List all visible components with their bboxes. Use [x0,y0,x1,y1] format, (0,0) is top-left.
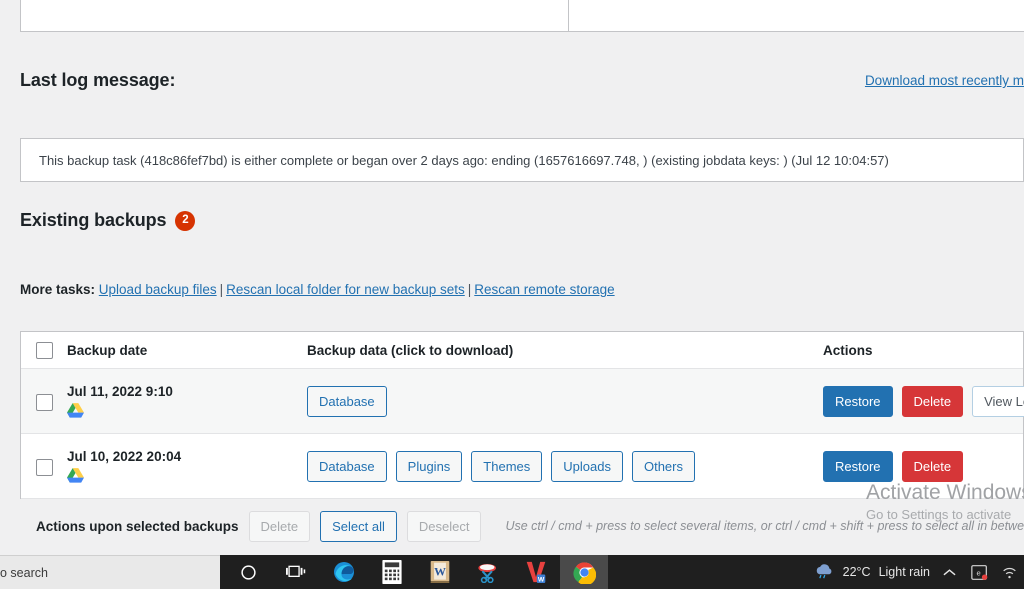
select-all-button[interactable]: Select all [320,510,397,542]
calculator-icon[interactable] [368,555,416,589]
download-most-recent-log-link[interactable]: Download most recently m [865,73,1024,88]
upload-backup-files-link[interactable]: Upload backup files [99,282,217,297]
cortana-icon[interactable] [224,555,272,589]
last-log-message-box: This backup task (418c86fef7bd) is eithe… [20,138,1024,182]
row-checkbox-cell [21,457,67,476]
select-all-checkbox-cell [21,341,67,359]
column-header-backup-date: Backup date [67,342,148,358]
weather-cloud-icon[interactable] [813,555,835,589]
backup-entity-themes-button[interactable]: Themes [471,450,543,482]
wps-icon[interactable]: W [512,555,560,589]
row-data-cell: Database [307,385,823,417]
backup-entity-uploads-button[interactable]: Uploads [551,450,623,482]
onedrive-tray-icon[interactable]: e [968,555,990,589]
top-panel-divider [568,0,569,32]
backup-entity-others-button[interactable]: Others [631,450,695,482]
select-all-checkbox[interactable] [35,341,53,359]
network-tray-icon[interactable] [998,555,1020,589]
taskbar-search-box[interactable]: o search [0,555,220,589]
bulk-delete-button[interactable]: Delete [248,510,311,542]
last-log-title: Last log message: [20,70,176,90]
word-icon[interactable]: W [416,555,464,589]
svg-text:W: W [434,564,446,578]
row-actions-cell: Restore Delete [823,450,1023,482]
chrome-icon[interactable] [560,555,608,589]
table-row[interactable]: Jul 11, 2022 9:10 Database Restore Delet… [21,369,1024,434]
task-view-icon[interactable] [272,555,320,589]
existing-backups-title: Existing backups [20,210,167,230]
restore-button[interactable]: Restore [823,450,893,482]
weather-description: Light rain [878,565,930,579]
weather-temperature: 22°C [842,565,871,579]
backup-entity-database-button[interactable]: Database [307,450,387,482]
rescan-local-folder-link[interactable]: Rescan local folder for new backup sets [226,282,465,297]
more-tasks-separator-2: | [467,282,472,297]
table-row[interactable]: Jul 10, 2022 20:04 Database Plugins Them… [21,434,1023,499]
backup-entity-plugins-button[interactable]: Plugins [395,450,463,482]
selection-hint-text: Use ctrl / cmd + press to select several… [505,519,1024,533]
actions-upon-selected-bar: Actions upon selected backups Delete Sel… [20,502,1024,550]
last-log-header-row: Last log message: Download most recently… [0,32,1024,90]
rescan-remote-storage-link[interactable]: Rescan remote storage [474,282,614,297]
chevron-up-icon[interactable] [938,555,960,589]
top-partial-panel [20,0,1024,32]
google-drive-icon [67,403,84,419]
more-tasks-separator-1: | [219,282,224,297]
view-log-button[interactable]: View Log [972,385,1024,417]
backup-date-text: Jul 11, 2022 9:10 [67,383,173,399]
backup-date-text: Jul 10, 2022 20:04 [67,448,182,464]
row-action-buttons: Restore Delete [823,450,1023,482]
deselect-button[interactable]: Deselect [406,510,482,542]
backup-data-buttons: Database [307,385,823,417]
main-content: Last log message: Download most recently… [0,32,1024,579]
existing-backups-header: Existing backups 2 [20,210,196,231]
existing-backups-count-badge: 2 [175,210,196,231]
row-action-buttons: Restore Delete View Log [823,385,1024,417]
svg-text:e: e [976,568,980,577]
backup-entity-database-button[interactable]: Database [307,385,387,417]
snipping-tool-icon[interactable] [464,555,512,589]
taskbar-search-placeholder: o search [0,565,48,580]
row-checkbox-cell [21,392,67,411]
restore-button[interactable]: Restore [823,385,893,417]
actions-upon-selected-label: Actions upon selected backups [36,518,239,534]
row-select-checkbox[interactable] [35,458,53,476]
column-header-backup-data: Backup data (click to download) [307,342,514,358]
backups-table-header-row: Backup date Backup data (click to downlo… [21,332,1023,369]
backups-table: Backup date Backup data (click to downlo… [20,331,1024,499]
more-tasks-label: More tasks: [20,282,96,297]
row-actions-cell: Restore Delete View Log [823,385,1024,417]
last-log-message-text: This backup task (418c86fef7bd) is eithe… [39,152,889,168]
backup-data-buttons: Database Plugins Themes Uploads Others [307,450,823,482]
row-select-checkbox[interactable] [35,393,53,411]
svg-text:W: W [538,576,545,583]
google-drive-icon [67,468,84,484]
more-tasks-row: More tasks: Upload backup files | Rescan l… [20,282,615,297]
row-data-cell: Database Plugins Themes Uploads Others [307,450,823,482]
row-date-cell: Jul 11, 2022 9:10 [67,384,307,419]
row-date-cell: Jul 10, 2022 20:04 [67,449,307,484]
taskbar-app-icons: W W [224,555,608,589]
column-header-actions: Actions [823,342,873,358]
delete-button[interactable]: Delete [901,450,964,482]
screen: Last log message: Download most recently… [0,0,1024,589]
delete-button[interactable]: Delete [901,385,964,417]
system-tray: 22°C Light rain e [813,555,1020,589]
edge-icon[interactable] [320,555,368,589]
